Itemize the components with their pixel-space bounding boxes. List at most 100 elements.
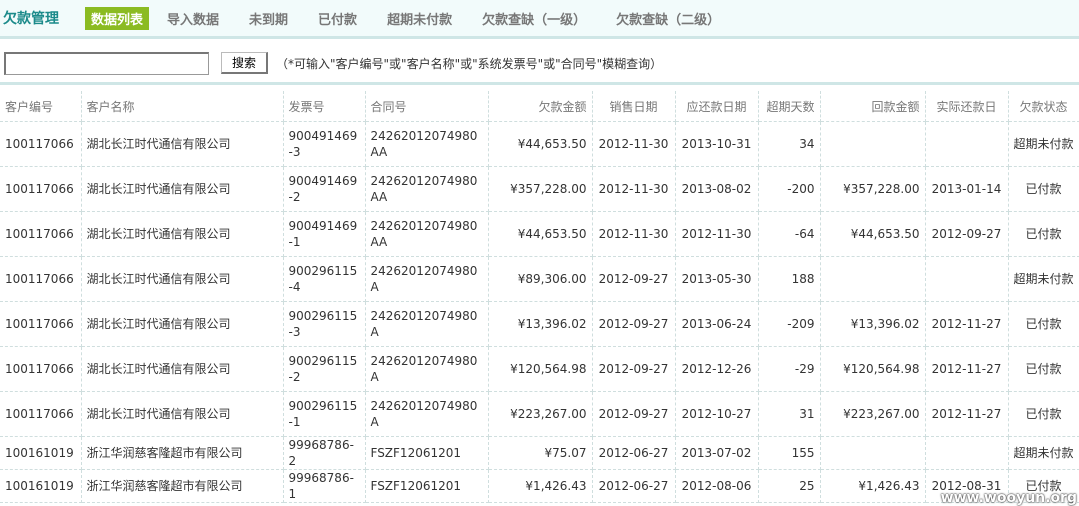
table-cell: 100161019 bbox=[0, 469, 82, 503]
search-input[interactable] bbox=[4, 51, 209, 75]
table-cell: 900491469-3 bbox=[283, 121, 366, 167]
table-cell: -200 bbox=[758, 166, 821, 212]
table-cell: 24262012074980A bbox=[365, 391, 489, 437]
table-cell: 已付款 bbox=[1008, 166, 1079, 212]
tab-2[interactable]: 未到期 bbox=[243, 7, 294, 30]
table-cell: 浙江华润慈客隆超市有限公司 bbox=[81, 469, 284, 503]
table-cell: 25 bbox=[758, 469, 821, 503]
table-cell: ¥13,396.02 bbox=[820, 301, 926, 347]
table-cell: 24262012074980AA bbox=[365, 211, 489, 257]
table-cell: 超期未付款 bbox=[1008, 256, 1079, 302]
table-cell bbox=[820, 121, 926, 167]
table-cell: 2012-09-27 bbox=[925, 211, 1009, 257]
table-cell: 湖北长江时代通信有限公司 bbox=[81, 166, 284, 212]
tab-1[interactable]: 导入数据 bbox=[161, 7, 225, 30]
table-cell: ¥120,564.98 bbox=[488, 346, 593, 392]
table-cell: 2012-11-30 bbox=[592, 211, 676, 257]
table-cell: ¥44,653.50 bbox=[488, 121, 593, 167]
table-cell: ¥223,267.00 bbox=[488, 391, 593, 437]
table-cell: 900296115-1 bbox=[283, 391, 366, 437]
table-cell: -29 bbox=[758, 346, 821, 392]
table-cell: ¥1,426.43 bbox=[820, 469, 926, 503]
tab-0[interactable]: 数据列表 bbox=[85, 6, 150, 30]
table-cell: 超期未付款 bbox=[1008, 436, 1079, 470]
table-cell: ¥44,653.50 bbox=[820, 211, 926, 257]
table-cell: 24262012074980AA bbox=[365, 166, 489, 212]
table-cell: 2012-09-27 bbox=[592, 391, 676, 437]
table-cell: -209 bbox=[758, 301, 821, 347]
table-cell: 2012-10-27 bbox=[675, 391, 759, 437]
table-cell: 2012-06-27 bbox=[592, 436, 676, 470]
table-cell: 188 bbox=[758, 256, 821, 302]
table-cell: 100117066 bbox=[0, 301, 82, 347]
column-header: 合同号 bbox=[365, 91, 489, 122]
table-cell: 2012-12-26 bbox=[675, 346, 759, 392]
top-nav: 欠款管理 数据列表 导入数据 未到期 已付款 超期未付款 欠款查缺（一级） 欠款查缺（二级） bbox=[0, 0, 1079, 39]
table-cell: 湖北长江时代通信有限公司 bbox=[81, 256, 284, 302]
table-cell: 100161019 bbox=[0, 436, 82, 470]
table-cell: 已付款 bbox=[1008, 346, 1079, 392]
tab-3[interactable]: 已付款 bbox=[312, 7, 363, 30]
table-cell: 24262012074980A bbox=[365, 256, 489, 302]
table-cell: 已付款 bbox=[1008, 211, 1079, 257]
column-header: 客户编号 bbox=[0, 91, 82, 122]
column-header: 销售日期 bbox=[592, 91, 676, 122]
column-header: 实际还款日 bbox=[925, 91, 1009, 122]
column-header: 回款金额 bbox=[820, 91, 926, 122]
table-row: 100161019 浙江华润慈客隆超市有限公司 99968786-2 FSZF1206… bbox=[0, 436, 1079, 470]
table-cell: 已付款 bbox=[1008, 391, 1079, 437]
table-cell: 2012-08-06 bbox=[675, 469, 759, 503]
table-cell bbox=[820, 256, 926, 302]
column-header: 超期天数 bbox=[758, 91, 821, 122]
table-row: 100117066 湖北长江时代通信有限公司 900491469-2 24262012… bbox=[0, 166, 1079, 212]
table-cell: 2012-11-30 bbox=[592, 121, 676, 167]
table-cell: 34 bbox=[758, 121, 821, 167]
table-cell: 已付款 bbox=[1008, 301, 1079, 347]
table-cell: 2012-09-27 bbox=[592, 346, 676, 392]
table-row: 100117066 湖北长江时代通信有限公司 900491469-3 24262012… bbox=[0, 121, 1079, 167]
table-cell: 2012-11-27 bbox=[925, 346, 1009, 392]
table-cell: 100117066 bbox=[0, 391, 82, 437]
table-cell: 24262012074980A bbox=[365, 301, 489, 347]
search-button[interactable]: 搜索 bbox=[221, 52, 269, 74]
table-cell: 24262012074980A bbox=[365, 346, 489, 392]
table-cell: 湖北长江时代通信有限公司 bbox=[81, 121, 284, 167]
table-cell: 24262012074980AA bbox=[365, 121, 489, 167]
table-cell: ¥75.07 bbox=[488, 436, 593, 470]
table-cell: ¥223,267.00 bbox=[820, 391, 926, 437]
table-cell: 湖北长江时代通信有限公司 bbox=[81, 211, 284, 257]
tab-5[interactable]: 欠款查缺（一级） bbox=[476, 7, 592, 30]
table-cell: 100117066 bbox=[0, 211, 82, 257]
table-cell: 2013-10-31 bbox=[675, 121, 759, 167]
table-cell: 2013-05-30 bbox=[675, 256, 759, 302]
table-cell: 2012-09-27 bbox=[592, 301, 676, 347]
table-cell: 超期未付款 bbox=[1008, 121, 1079, 167]
table-row: 100117066 湖北长江时代通信有限公司 900491469-1 24262012… bbox=[0, 211, 1079, 257]
table-cell: ¥357,228.00 bbox=[820, 166, 926, 212]
table-cell: 浙江华润慈客隆超市有限公司 bbox=[81, 436, 284, 470]
tab-4[interactable]: 超期未付款 bbox=[381, 7, 458, 30]
tab-6[interactable]: 欠款查缺（二级） bbox=[610, 7, 726, 30]
table-cell: 100117066 bbox=[0, 166, 82, 212]
table-cell: 湖北长江时代通信有限公司 bbox=[81, 301, 284, 347]
table-cell: 99968786-1 bbox=[283, 469, 366, 503]
table-cell bbox=[925, 256, 1009, 302]
table-cell: 900491469-1 bbox=[283, 211, 366, 257]
table-cell bbox=[820, 436, 926, 470]
table-cell: 100117066 bbox=[0, 256, 82, 302]
table-cell bbox=[925, 121, 1009, 167]
table-cell bbox=[925, 436, 1009, 470]
table-cell: 900296115-3 bbox=[283, 301, 366, 347]
page-title: 欠款管理 bbox=[3, 11, 59, 27]
table-cell: 2012-06-27 bbox=[592, 469, 676, 503]
table-cell: ¥120,564.98 bbox=[820, 346, 926, 392]
table-cell: 155 bbox=[758, 436, 821, 470]
table-cell: 2013-08-02 bbox=[675, 166, 759, 212]
watermark: www.wooyun.org bbox=[940, 490, 1077, 506]
column-header: 欠款状态 bbox=[1008, 91, 1079, 122]
table-cell: 100117066 bbox=[0, 346, 82, 392]
table-cell: 2013-01-14 bbox=[925, 166, 1009, 212]
table-row: 100117066 湖北长江时代通信有限公司 900296115-1 24262012… bbox=[0, 391, 1079, 437]
table-cell: -64 bbox=[758, 211, 821, 257]
table-cell: 2012-09-27 bbox=[592, 256, 676, 302]
